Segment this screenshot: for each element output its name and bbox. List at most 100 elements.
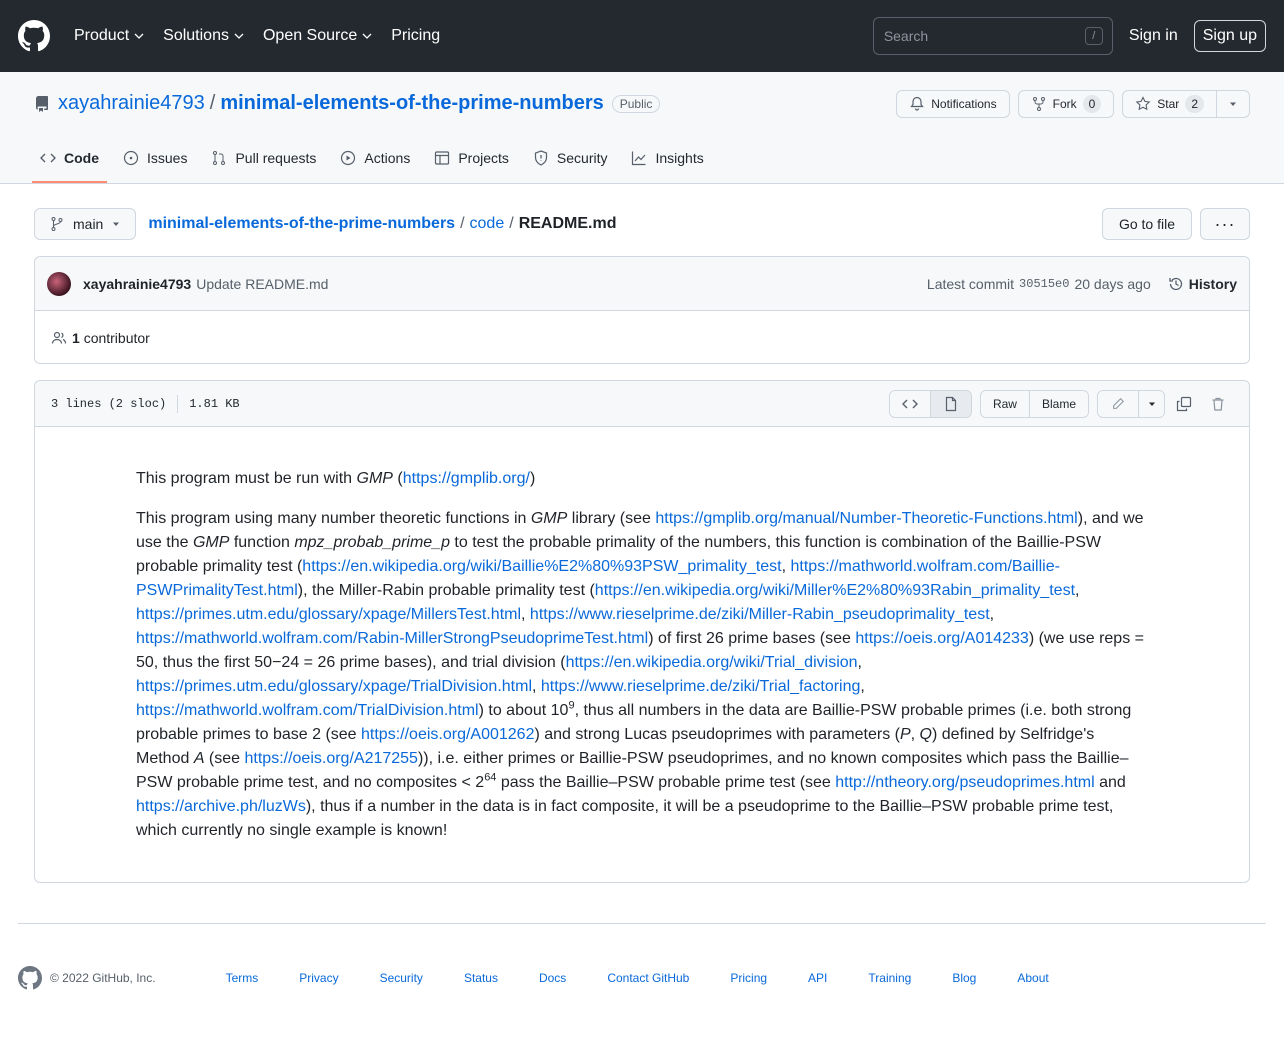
- triangle-down-icon: [113, 222, 120, 226]
- breadcrumb-dir-link[interactable]: code: [470, 215, 505, 233]
- footer-link-training[interactable]: Training: [868, 971, 911, 985]
- tab-insights[interactable]: Insights: [623, 135, 711, 183]
- play-icon: [341, 150, 356, 166]
- readme-text: ) to about 10: [478, 702, 569, 719]
- issue-icon: [123, 150, 139, 166]
- readme-link[interactable]: https://gmplib.org/manual/Number-Theoret…: [655, 510, 1077, 527]
- readme-link[interactable]: https://en.wikipedia.org/wiki/Trial_divi…: [566, 654, 858, 671]
- nav-open-source[interactable]: Open Source: [263, 27, 373, 45]
- tab-code[interactable]: Code: [32, 135, 107, 183]
- rendered-view-button[interactable]: [929, 390, 971, 417]
- blame-button[interactable]: Blame: [1028, 390, 1088, 417]
- contributors-label: contributor: [83, 329, 150, 346]
- star-group: Star 2: [1122, 90, 1250, 118]
- branch-selector[interactable]: main: [34, 208, 137, 240]
- readme-link[interactable]: https://primes.utm.edu/glossary/xpage/Tr…: [136, 678, 532, 695]
- readme-emphasis: GMP: [192, 534, 230, 551]
- readme-text: ,: [1075, 582, 1080, 599]
- readme-link[interactable]: https://mathworld.wolfram.com/TrialDivis…: [136, 702, 479, 719]
- fork-button[interactable]: Fork 0: [1017, 90, 1115, 118]
- commit-message-link[interactable]: Update README.md: [196, 276, 328, 292]
- delete-button[interactable]: [1203, 390, 1233, 418]
- star-button[interactable]: Star 2: [1123, 91, 1217, 117]
- raw-blame-group: Raw Blame: [979, 389, 1089, 418]
- nav-product[interactable]: Product: [74, 27, 145, 45]
- footer-link-pricing[interactable]: Pricing: [730, 971, 767, 985]
- github-logo-icon[interactable]: [18, 20, 50, 52]
- repo-owner-link[interactable]: xayahrainie4793: [58, 92, 205, 115]
- breadcrumb: minimal-elements-of-the-prime-numbers / …: [148, 215, 616, 233]
- commit-author-link[interactable]: xayahrainie4793: [83, 276, 191, 292]
- readme-link[interactable]: https://oeis.org/A001262: [361, 726, 534, 743]
- source-view-button[interactable]: [889, 390, 930, 417]
- footer-link-about[interactable]: About: [1017, 971, 1048, 985]
- github-logo-icon[interactable]: [18, 966, 42, 990]
- global-header: Product Solutions Open Source Pricing Se…: [0, 0, 1284, 72]
- file-header: 3 lines (2 sloc) 1.81 KB Raw Blame: [35, 381, 1249, 427]
- sign-in-link[interactable]: Sign in: [1129, 27, 1178, 45]
- footer-link-docs[interactable]: Docs: [539, 971, 566, 985]
- readme-text: ), the Miller-Rabin probable primality t…: [297, 582, 595, 599]
- divider: [177, 394, 179, 413]
- commit-sha-link[interactable]: 30515e0: [1019, 277, 1069, 291]
- contributors-link[interactable]: 1 contributor: [72, 330, 150, 346]
- readme-link[interactable]: http://ntheory.org/pseudoprimes.html: [835, 774, 1094, 791]
- readme-text: This program must be run with: [136, 470, 357, 487]
- footer-link-blog[interactable]: Blog: [952, 971, 976, 985]
- readme-link[interactable]: https://oeis.org/A217255: [245, 750, 418, 767]
- go-to-file-button[interactable]: Go to file: [1101, 208, 1192, 240]
- latest-commit-bar: xayahrainie4793 Update README.md Latest …: [35, 257, 1249, 311]
- readme-link[interactable]: https://archive.ph/luzWs: [136, 798, 306, 815]
- breadcrumb-repo-link[interactable]: minimal-elements-of-the-prime-numbers: [148, 215, 455, 233]
- footer-link-api[interactable]: API: [808, 971, 827, 985]
- history-link[interactable]: History: [1168, 276, 1237, 292]
- footer-link-privacy[interactable]: Privacy: [299, 971, 338, 985]
- tab-projects-label: Projects: [458, 150, 509, 166]
- file-toolbar: Raw Blame: [888, 389, 1233, 418]
- readme-link[interactable]: https://en.wikipedia.org/wiki/Miller%E2%…: [595, 582, 1075, 599]
- footer: © 2022 GitHub, Inc. Terms Privacy Securi…: [18, 923, 1266, 1031]
- nav-pricing[interactable]: Pricing: [391, 27, 440, 45]
- readme-link[interactable]: https://oeis.org/A014233: [855, 630, 1028, 647]
- nav-solutions[interactable]: Solutions: [163, 27, 245, 45]
- readme-link[interactable]: https://en.wikipedia.org/wiki/Baillie%E2…: [302, 558, 781, 575]
- readme-link[interactable]: https://gmplib.org/: [403, 470, 530, 487]
- fork-icon: [1032, 97, 1045, 111]
- copy-button[interactable]: [1169, 390, 1199, 418]
- pull-request-icon: [213, 151, 226, 165]
- avatar[interactable]: [47, 271, 71, 296]
- branch-icon: [51, 217, 63, 231]
- edit-button[interactable]: [1098, 390, 1138, 417]
- edit-dropdown-button[interactable]: [1138, 390, 1164, 417]
- repo-actions: Notifications Fork 0 Star 2: [896, 90, 1250, 118]
- repo-name-link[interactable]: minimal-elements-of-the-prime-numbers: [220, 92, 603, 115]
- readme-paragraph: This program using many number theoretic…: [136, 507, 1149, 843]
- commit-box: xayahrainie4793 Update README.md Latest …: [34, 256, 1250, 364]
- more-options-button[interactable]: ···: [1200, 208, 1250, 240]
- footer-link-status[interactable]: Status: [464, 971, 498, 985]
- readme-link[interactable]: https://www.rieselprime.de/ziki/Trial_fa…: [541, 678, 861, 695]
- footer-link-terms[interactable]: Terms: [226, 971, 259, 985]
- readme-link[interactable]: https://mathworld.wolfram.com/Rabin-Mill…: [136, 630, 648, 647]
- readme-link[interactable]: https://primes.utm.edu/glossary/xpage/Mi…: [136, 606, 521, 623]
- readme-link[interactable]: https://www.rieselprime.de/ziki/Miller-R…: [530, 606, 990, 623]
- tab-pull-requests[interactable]: Pull requests: [203, 135, 324, 183]
- search-input[interactable]: Search /: [872, 17, 1113, 55]
- star-dropdown-button[interactable]: [1217, 91, 1249, 117]
- tab-issues-label: Issues: [147, 150, 188, 166]
- tab-security[interactable]: Security: [525, 135, 616, 183]
- global-nav: Product Solutions Open Source Pricing: [74, 27, 458, 45]
- sign-up-button[interactable]: Sign up: [1193, 20, 1266, 52]
- chevron-down-icon: [362, 33, 372, 39]
- footer-link-contact[interactable]: Contact GitHub: [607, 971, 689, 985]
- readme-emphasis: P: [899, 726, 911, 743]
- tab-projects[interactable]: Projects: [426, 135, 517, 183]
- fork-label: Fork: [1052, 97, 1077, 111]
- raw-button[interactable]: Raw: [980, 390, 1029, 417]
- tab-actions[interactable]: Actions: [332, 135, 418, 183]
- footer-copyright: © 2022 GitHub, Inc.: [50, 971, 156, 985]
- tab-issues[interactable]: Issues: [115, 135, 195, 183]
- notifications-button[interactable]: Notifications: [896, 90, 1010, 118]
- footer-link-security[interactable]: Security: [380, 971, 423, 985]
- pencil-icon: [1113, 397, 1124, 409]
